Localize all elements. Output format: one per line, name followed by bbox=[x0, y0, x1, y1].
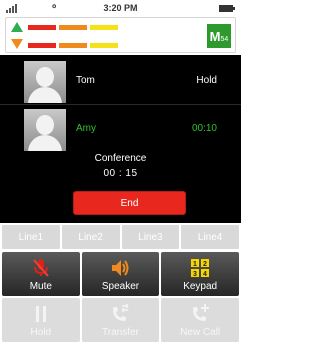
keypad-label: Keypad bbox=[183, 281, 218, 292]
speaker-icon bbox=[112, 260, 129, 276]
tab-line3[interactable]: Line3 bbox=[121, 225, 180, 249]
pause-icon bbox=[35, 306, 46, 322]
tab-line1[interactable]: Line1 bbox=[2, 225, 60, 249]
avatar bbox=[24, 61, 66, 103]
hold-button[interactable]: Hold bbox=[2, 298, 80, 342]
new-call-label: New Call bbox=[180, 327, 221, 338]
keypad-icon: 1 2 3 4 bbox=[191, 259, 210, 278]
mos-value: 54 bbox=[220, 35, 229, 43]
speaker-button[interactable]: Speaker bbox=[81, 252, 160, 296]
mos-score-badge: M 54 bbox=[207, 24, 231, 48]
call-status: Hold bbox=[196, 75, 217, 86]
add-call-icon bbox=[193, 304, 210, 321]
download-meter-yellow bbox=[90, 43, 118, 48]
hold-label: Hold bbox=[30, 327, 52, 338]
call-quality-panel: M 54 bbox=[5, 17, 236, 53]
transfer-label: Transfer bbox=[102, 327, 139, 338]
caller-name: Amy bbox=[76, 123, 96, 134]
keypad-digit: 1 bbox=[193, 261, 197, 268]
keypad-digit: 4 bbox=[203, 271, 207, 278]
keypad-button[interactable]: 1 2 3 4 Keypad bbox=[161, 252, 239, 296]
end-call-button[interactable]: End bbox=[73, 191, 186, 215]
upload-meter-red bbox=[28, 25, 56, 30]
call-row-amy[interactable]: Amy 00:10 bbox=[0, 105, 241, 153]
active-calls-panel: Tom Hold Amy 00:10 Conference 00 : 15 En… bbox=[0, 55, 241, 223]
line-tabs: Line1 Line2 Line3 Line4 bbox=[0, 225, 241, 249]
new-call-button[interactable]: New Call bbox=[161, 298, 239, 342]
upload-arrow-icon bbox=[11, 22, 23, 32]
avatar bbox=[24, 109, 66, 151]
download-arrow-icon bbox=[11, 39, 23, 49]
tab-line2[interactable]: Line2 bbox=[61, 225, 120, 249]
conference-label: Conference bbox=[94, 153, 147, 164]
call-row-tom[interactable]: Tom Hold bbox=[0, 57, 241, 105]
mute-button[interactable]: Mute bbox=[2, 252, 80, 296]
signal-icon bbox=[6, 4, 17, 13]
mos-letter: M bbox=[209, 28, 221, 44]
tab-line4[interactable]: Line4 bbox=[181, 225, 239, 249]
mute-label: Mute bbox=[29, 281, 52, 292]
call-timer: 00:10 bbox=[191, 123, 217, 134]
caller-name: Tom bbox=[76, 75, 95, 86]
download-meter-orange bbox=[59, 43, 87, 48]
keypad-digit: 3 bbox=[193, 271, 197, 278]
transfer-icon bbox=[113, 303, 130, 321]
keypad-digit: 2 bbox=[203, 261, 207, 268]
conference-timer: 00 : 15 bbox=[103, 168, 138, 179]
phone-screen: ⚬ 3:20 PM M 54 Tom Hold Amy 00:10 Confer… bbox=[0, 0, 241, 342]
upload-meter-yellow bbox=[90, 25, 118, 30]
status-time: 3:20 PM bbox=[103, 3, 138, 13]
status-bar: ⚬ 3:20 PM bbox=[2, 0, 239, 16]
mic-muted-icon bbox=[33, 259, 49, 277]
download-meter-red bbox=[28, 43, 56, 48]
battery-icon bbox=[219, 5, 235, 12]
speaker-label: Speaker bbox=[101, 281, 140, 292]
upload-meter-orange bbox=[59, 25, 87, 30]
call-action-grid: Mute Speaker 1 2 3 4 Keypad Hold Transfe… bbox=[0, 252, 241, 342]
transfer-button[interactable]: Transfer bbox=[81, 298, 160, 342]
wifi-icon: ⚬ bbox=[50, 2, 59, 13]
